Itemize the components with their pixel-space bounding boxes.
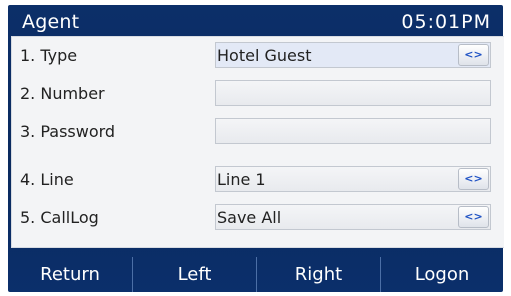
title-bar: Agent 05:01PM	[8, 5, 503, 38]
line-field[interactable]: Line 1	[215, 166, 491, 192]
type-label: 1. Type	[20, 46, 78, 65]
agent-form: 1. Type Hotel Guest <> 2. Number 3. Pass…	[11, 36, 504, 248]
calllog-label: 5. CallLog	[20, 208, 99, 227]
type-field[interactable]: Hotel Guest	[215, 42, 491, 68]
line-row[interactable]: 4. Line Line 1 <>	[12, 161, 504, 199]
type-switch-icon[interactable]: <>	[458, 44, 489, 66]
password-input[interactable]	[215, 118, 491, 144]
calllog-switch-icon[interactable]: <>	[458, 206, 489, 228]
password-row[interactable]: 3. Password	[12, 113, 504, 151]
password-label: 3. Password	[20, 122, 116, 141]
page-title: Agent	[22, 11, 80, 33]
line-label: 4. Line	[20, 170, 74, 189]
calllog-row[interactable]: 5. CallLog Save All <>	[12, 199, 504, 237]
line-switch-icon[interactable]: <>	[458, 168, 489, 190]
number-input[interactable]	[215, 80, 491, 106]
calllog-field[interactable]: Save All	[215, 204, 491, 230]
type-row[interactable]: 1. Type Hotel Guest <>	[12, 37, 504, 75]
number-row[interactable]: 2. Number	[12, 75, 504, 113]
number-label: 2. Number	[20, 84, 105, 103]
clock: 05:01PM	[401, 11, 491, 33]
